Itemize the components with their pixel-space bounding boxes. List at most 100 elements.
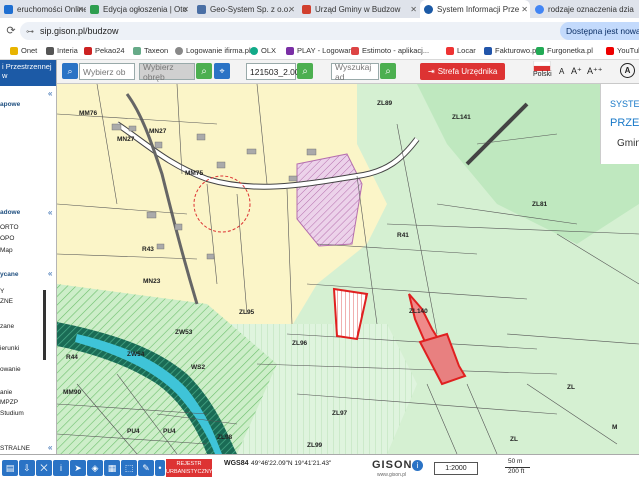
tab-title: System Informacji Prze	[437, 4, 520, 14]
layer-group-base[interactable]: apowe	[0, 101, 20, 108]
close-icon[interactable]: ✕	[521, 5, 528, 14]
zone-label: M	[612, 424, 618, 431]
font-size-medium-button[interactable]: A⁺	[571, 63, 582, 80]
print-icon[interactable]: ▤	[2, 460, 18, 476]
zoom-to-icon[interactable]: ⌕	[196, 63, 212, 79]
browser-tab[interactable]: Geo-System Sp. z o.o. ✕	[193, 0, 297, 18]
layer-item-mpzp[interactable]: MPZP	[0, 399, 18, 406]
bookmark-item[interactable]: Furgonetka.pl	[536, 46, 593, 55]
sidebar-title: i Przestrzennej	[2, 62, 52, 71]
layer-item[interactable]: Y	[0, 288, 4, 295]
locate-icon[interactable]: ⌖	[214, 63, 230, 79]
language-switch[interactable]: Polski	[533, 61, 552, 78]
navigate-icon[interactable]: ➤	[70, 460, 86, 476]
scale-selector[interactable]: 1:2000	[434, 462, 478, 475]
download-icon[interactable]: ⇩	[19, 460, 35, 476]
accessibility-icon[interactable]: A	[620, 63, 635, 78]
map-icon[interactable]: ▦	[104, 460, 120, 476]
bookmark-item[interactable]: PLAY - Logowanie	[286, 46, 358, 55]
bookmark-item[interactable]: Locar	[446, 46, 476, 55]
panel-title-line2: PRZES	[610, 117, 639, 129]
close-icon[interactable]: ✕	[288, 5, 295, 14]
bookmark-item[interactable]: YouTub	[606, 46, 639, 55]
close-icon[interactable]: ✕	[410, 5, 417, 14]
bookmark-label: Taxeon	[144, 46, 169, 55]
reload-icon[interactable]: ⟳	[3, 24, 19, 37]
layer-item[interactable]: anie	[0, 389, 12, 396]
chevron-down-icon[interactable]: «	[48, 208, 52, 217]
select-icon[interactable]: ⬚	[121, 460, 137, 476]
search-icon[interactable]: ⌕	[62, 63, 78, 79]
bookmark-item[interactable]: Logowanie ifirma.pl	[175, 46, 251, 55]
bookmark-item[interactable]: Taxeon	[133, 46, 168, 55]
bookmark-item[interactable]: Pekao24	[84, 46, 125, 55]
layer-item[interactable]: owanie	[0, 366, 21, 373]
browser-tab[interactable]: rodzaje oznaczenia dzia	[531, 0, 639, 18]
zone-label: ZL97	[332, 410, 348, 417]
measure-icon[interactable]: ⨉	[36, 460, 52, 476]
scale-bar-imperial: 200 ft	[508, 468, 525, 475]
about-info-icon[interactable]: i	[412, 460, 423, 471]
browser-tab-active[interactable]: System Informacji Prze ✕	[420, 0, 530, 18]
zone-label: R44	[66, 354, 78, 361]
parcel-search-icon[interactable]: ⌕	[297, 63, 313, 79]
bookmark-item[interactable]: OLX	[250, 46, 276, 55]
chevron-down-icon[interactable]: «	[48, 443, 52, 452]
parcel-number-input[interactable]: 121503_2.00	[246, 63, 300, 80]
pin-icon[interactable]: •	[155, 460, 165, 476]
font-size-large-button[interactable]: A⁺⁺	[587, 63, 603, 80]
bookmark-item[interactable]: Estimoto - aplikacj...	[351, 46, 429, 55]
layer-item[interactable]: ierunki	[0, 345, 19, 352]
plan-map-svg[interactable]	[57, 84, 639, 454]
object-select[interactable]: Wybierz ob	[79, 63, 135, 80]
precinct-select[interactable]: Wybierz obręb	[139, 62, 195, 82]
zone-label: ZL89	[377, 100, 393, 107]
layers-icon[interactable]: ◈	[87, 460, 103, 476]
bookmark-icon	[10, 46, 18, 55]
update-available-button[interactable]: Dostępna jest nowa	[560, 22, 639, 40]
bookmark-icon	[286, 46, 294, 55]
layer-item[interactable]: ZNE	[0, 298, 13, 305]
address-search-icon[interactable]: ⌕	[380, 63, 396, 79]
object-select-placeholder: Wybierz ob	[83, 66, 126, 77]
map-bottom-toolbar: ▤ ⇩ ⨉ i ➤ ◈ ▦ ⬚ ✎ • REJESTR URBANISTYCZN…	[0, 454, 639, 480]
info-icon[interactable]: i	[53, 460, 69, 476]
bookmark-item[interactable]: Interia	[46, 46, 78, 55]
edit-icon[interactable]: ✎	[138, 460, 154, 476]
zone-label: ZL95	[239, 309, 255, 316]
close-icon[interactable]: ✕	[182, 5, 189, 14]
layer-item-ortho[interactable]: ORTO	[0, 224, 19, 231]
sidebar-scrollbar[interactable]	[43, 290, 46, 360]
map-canvas[interactable]: MM76 MN27 MN27 MM75 MN23 R43 ZL95 ZL96 R…	[57, 84, 639, 454]
bookmark-label: OLX	[261, 46, 277, 55]
urban-register-button[interactable]: REJESTR URBANISTYCZNY	[166, 459, 212, 477]
bookmark-label: Estimoto - aplikacj...	[362, 46, 430, 55]
zone-label: PU4	[163, 428, 176, 435]
system-info-panel: SYSTEM PRZES Gmin	[600, 84, 639, 164]
coordinate-system-label[interactable]: WGS84	[224, 460, 249, 467]
font-size-small-button[interactable]: A	[559, 63, 564, 80]
layer-item-topo[interactable]: OPO	[0, 235, 14, 242]
layer-group-used[interactable]: ycane	[0, 271, 18, 278]
zone-label: ZL141	[452, 114, 471, 121]
bookmark-item[interactable]: Onet	[10, 46, 37, 55]
layer-item-cadastral[interactable]: STRALNE	[0, 445, 30, 452]
browser-tab[interactable]: Edycja ogłoszenia | Oto ✕	[86, 0, 191, 18]
zone-label: ZL81	[532, 201, 548, 208]
layer-item-studium[interactable]: Studium	[0, 410, 24, 417]
bookmarks-bar: Onet Interia Pekao24 Taxeon Logowanie if…	[0, 44, 639, 60]
layer-group-background[interactable]: adowe	[0, 209, 20, 216]
bookmark-item[interactable]: Fakturowo.pl	[484, 46, 538, 55]
browser-tab[interactable]: eruchomości Online - ✕	[0, 0, 86, 18]
officer-zone-button[interactable]: ⇥ Strefa Urzędnika	[420, 63, 506, 80]
browser-tab[interactable]: Urząd Gminy w Budzow ✕	[298, 0, 419, 18]
layer-item[interactable]: zane	[0, 323, 14, 330]
close-icon[interactable]: ✕	[77, 5, 84, 14]
collapse-icon[interactable]: «	[48, 89, 52, 98]
layer-item-map[interactable]: Map	[0, 247, 13, 254]
url-field[interactable]: ⊶ sip.gison.pl/budzow ☆	[20, 22, 580, 40]
site-info-icon[interactable]: ⊶	[26, 27, 34, 36]
site-favicon-icon	[4, 4, 13, 14]
address-search-input[interactable]: Wyszukaj ad	[331, 62, 379, 82]
chevron-down-icon[interactable]: «	[48, 269, 52, 278]
